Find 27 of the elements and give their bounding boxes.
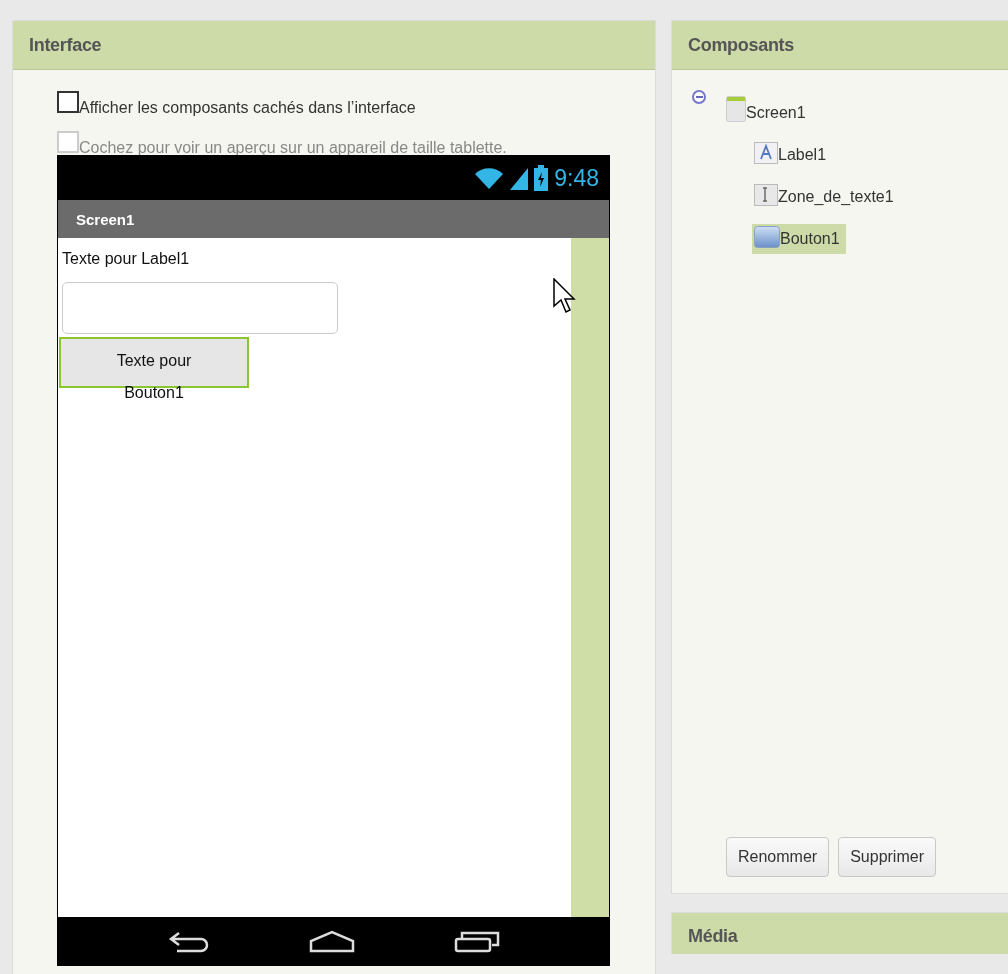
home-icon [308, 929, 357, 953]
panel-title: Interface [29, 34, 102, 56]
checkbox-label: Afficher les composants cachés dans l’interface [79, 99, 416, 118]
cursor-icon [553, 278, 577, 314]
button-icon [754, 226, 780, 248]
screen-title: Screen1 [76, 210, 135, 228]
label-icon [754, 142, 778, 164]
tree-item[interactable]: Label1 [752, 140, 833, 170]
label-text: Texte pour Label1 [62, 250, 190, 268]
action-button[interactable]: Supprimer [838, 836, 936, 877]
panel-title: Composants [688, 34, 794, 56]
status-time: 9:48 [554, 164, 599, 192]
action-button[interactable]: Renommer [726, 836, 830, 877]
signal-icon [510, 166, 529, 190]
checkbox[interactable] [57, 91, 79, 113]
text-field[interactable] [62, 282, 338, 334]
wifi-icon [474, 166, 505, 190]
checkbox-label: Cochez pour voir un aperçu sur un appareil de taille tablette. [79, 139, 507, 158]
collapse-icon[interactable] [692, 90, 706, 104]
battery-icon [534, 165, 549, 191]
tree-item[interactable]: Screen1 [724, 94, 812, 128]
textbox-icon [754, 184, 778, 206]
panel-title: Média [688, 926, 738, 948]
recent-apps-icon [454, 929, 501, 953]
screen-icon [726, 96, 746, 122]
tree-item[interactable]: Zone_de_texte1 [752, 182, 900, 212]
tree-item[interactable]: Bouton1 [752, 224, 846, 254]
